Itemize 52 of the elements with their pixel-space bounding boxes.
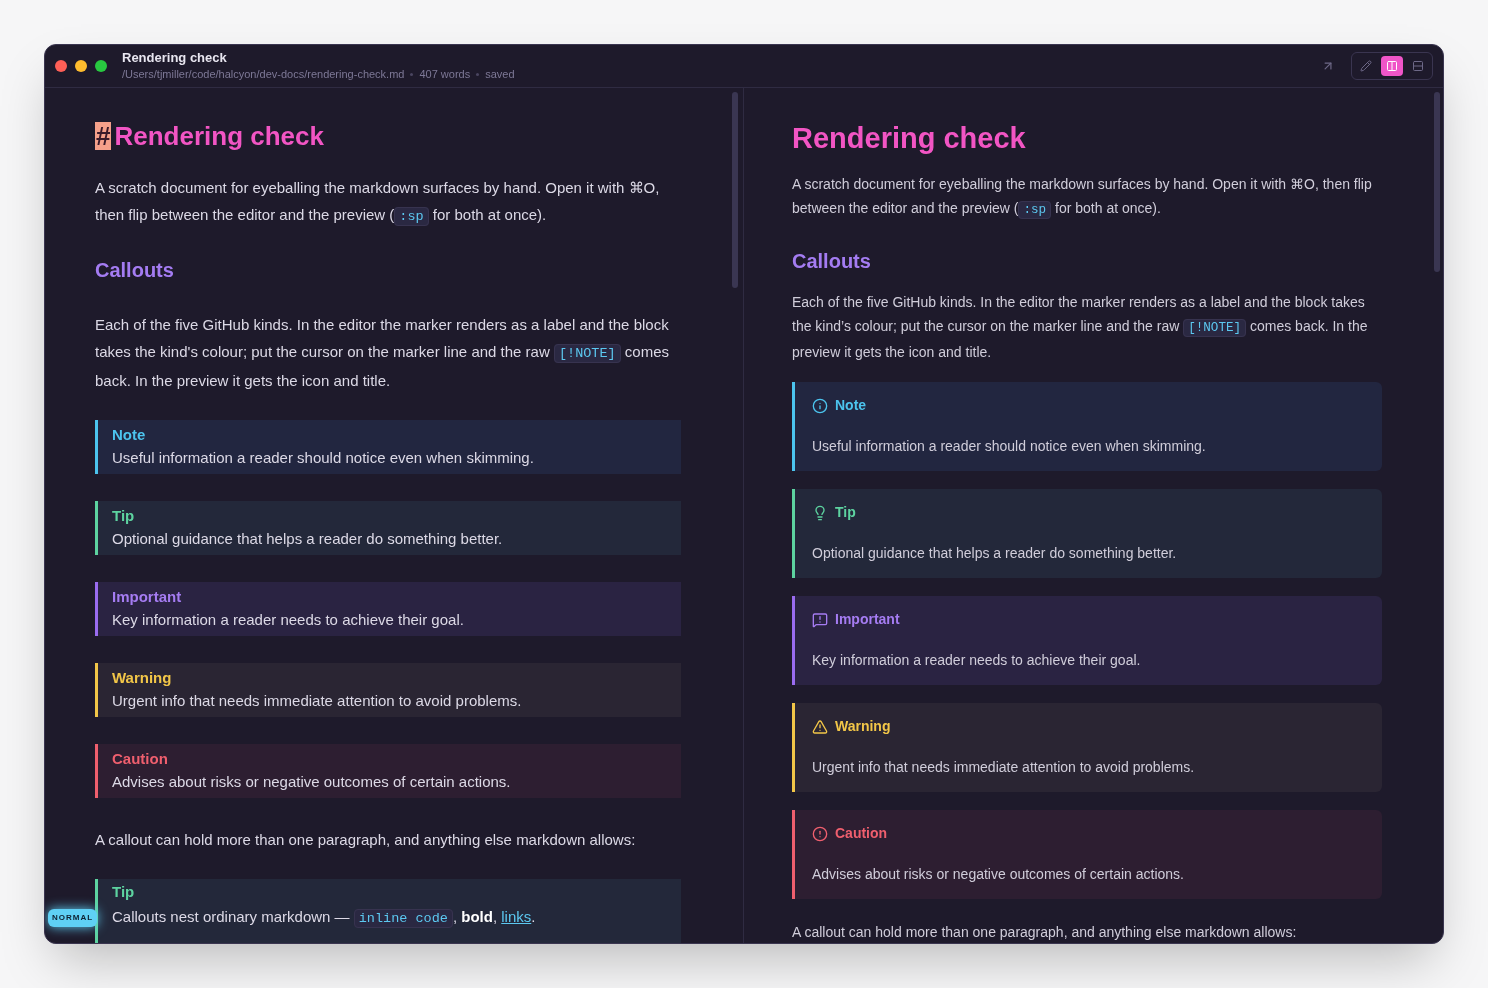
callout-title: Caution (835, 824, 888, 843)
callout-text: Advises about risks or negative outcomes of certain actions. (812, 865, 1185, 884)
callout-text: Callouts nest ordinary markdown — inline code , bold, links. (112, 907, 537, 930)
word-count: 407 words (419, 67, 471, 82)
heading-marker: # (95, 122, 112, 150)
callout-title: Warning (112, 668, 173, 688)
callout-text: Key information a reader needs to achieve their goal. (812, 651, 1142, 670)
callout-title: Note (835, 396, 867, 415)
paragraph: A callout can hold more than one paragraph, and anything else markdown allows: (792, 923, 1298, 941)
callout-title: Tip (112, 882, 136, 902)
close-button[interactable] (55, 60, 67, 72)
rows-icon (1412, 60, 1424, 72)
document-title: Rendering check (792, 121, 1027, 156)
section-heading: Callouts (95, 258, 175, 283)
scrollbar-thumb[interactable] (732, 92, 738, 288)
columns-icon (1386, 60, 1398, 72)
pencil-icon (1360, 60, 1372, 72)
document-title: Rendering check (114, 120, 324, 153)
callout-title: Tip (112, 506, 136, 526)
callout-icon (812, 397, 828, 414)
split-mode-button[interactable] (1381, 56, 1403, 76)
section-paragraph: Each of the five GitHub kinds. In the editor the marker renders as a label and the block takes the kind's colour; put the cursor on the marker line and the raw [!NOTE] comes back. In the preview it gets the icon and title. (95, 315, 670, 391)
callout-text: Urgent info that needs immediate attention to avoid problems. (812, 758, 1196, 777)
vim-mode-badge: NORMAL (48, 909, 98, 927)
callout-icon (812, 504, 828, 521)
callout-icon (812, 825, 828, 842)
callout-icon (812, 611, 828, 628)
section-heading: Callouts (792, 249, 872, 274)
minimize-button[interactable] (75, 60, 87, 72)
callout-title: Caution (112, 749, 169, 769)
window-title: Rendering check (122, 50, 228, 66)
scrollbar-thumb[interactable] (1434, 92, 1440, 272)
callout-title: Important (835, 610, 900, 629)
save-status: saved (485, 67, 515, 82)
intro-paragraph: A scratch document for eyeballing the markdown surfaces by hand. Open it with ⌘O, then flip between the editor and the preview ( :sp for both at once). (792, 175, 1373, 221)
intro-paragraph: A scratch document for eyeballing the markdown surfaces by hand. Open it with ⌘O, then flip between the editor and the preview ( :sp for both at once). (95, 178, 661, 228)
callout-text: Advises about risks or negative outcomes of certain actions. (112, 772, 512, 792)
paragraph: A callout can hold more than one paragraph, and anything else markdown allows: (95, 830, 637, 850)
callout-title: Important (112, 587, 183, 607)
callout-title: Warning (835, 717, 891, 736)
zoom-button[interactable] (95, 60, 107, 72)
callout-text: Useful information a reader should notice even when skimming. (112, 448, 535, 468)
callout-text: Urgent info that needs immediate attention to avoid problems. (112, 691, 523, 711)
section-paragraph: Each of the five GitHub kinds. In the editor the marker renders as a label and the block takes the kind’s colour; put the cursor on the marker line and the raw [!NOTE] comes back. In the preview it gets the icon and title. (792, 293, 1369, 362)
callout-title: Tip (835, 503, 856, 522)
file-path: /Users/tjmiller/code/halcyon/dev-docs/rendering-check.md (122, 67, 405, 82)
callout-text: Key information a reader needs to achieve their goal. (112, 610, 465, 630)
callout-text: Useful information a reader should notice even when skimming. (812, 437, 1207, 456)
callout-title: Note (112, 425, 147, 445)
callout-icon (812, 718, 828, 735)
callout-text: Optional guidance that helps a reader do something better. (112, 529, 504, 549)
callout-text: Optional guidance that helps a reader do something better. (812, 544, 1178, 563)
